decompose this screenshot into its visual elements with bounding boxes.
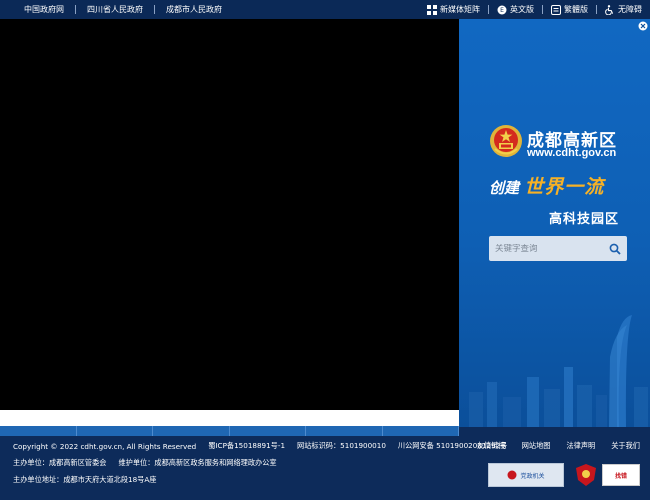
about-us-link[interactable]: 关于我们 <box>611 441 640 451</box>
footer-links: 友情链接 网站地图 法律声明 关于我们 <box>461 441 640 451</box>
footer-row-1: Copyright © 2022 cdht.gov.cn, All Rights… <box>13 441 507 451</box>
divider <box>75 5 76 14</box>
nav-item[interactable] <box>230 426 306 436</box>
divider <box>488 5 489 14</box>
government-site-badge[interactable]: 党政机关 <box>488 463 564 487</box>
grid-icon <box>427 4 437 15</box>
friend-links-link[interactable]: 友情链接 <box>477 441 506 451</box>
close-icon[interactable] <box>638 21 648 31</box>
link-chengdu-government[interactable]: 成都市人民政府 <box>166 4 222 15</box>
banner-video-area[interactable] <box>0 19 459 410</box>
government-site-badge-label: 党政机关 <box>520 472 545 480</box>
accessibility-button[interactable]: 无障碍 <box>605 4 642 15</box>
police-badge-icon[interactable] <box>576 464 596 486</box>
divider <box>542 5 543 14</box>
address-text: 主办单位地址：成都市天府大道北段18号A座 <box>13 475 157 484</box>
footer-edge <box>459 427 650 436</box>
content-strip <box>0 410 459 426</box>
slogan-line-1: 创建 世界一流 <box>489 172 604 199</box>
copyright-text: Copyright © 2022 cdht.gov.cn, All Rights… <box>13 441 197 451</box>
icp-link[interactable]: 蜀ICP备15018891号-1 <box>208 441 285 451</box>
english-version-label: 英文版 <box>510 5 534 14</box>
national-emblem-icon <box>490 125 522 157</box>
new-media-matrix-button[interactable]: 新媒体矩阵 <box>427 4 480 15</box>
traditional-chinese-button[interactable]: 繁體版 <box>551 4 588 15</box>
traditional-chinese-label: 繁體版 <box>564 5 588 14</box>
accessibility-icon <box>605 4 614 15</box>
translate-icon: E <box>497 5 507 14</box>
footer-row-3: 主办单位地址：成都市天府大道北段18号A座 <box>13 475 156 485</box>
brand-url: www.cdht.gov.cn <box>527 147 617 159</box>
link-sichuan-government[interactable]: 四川省人民政府 <box>87 4 143 15</box>
english-version-button[interactable]: E 英文版 <box>497 4 534 15</box>
legal-notice-link[interactable]: 法律声明 <box>566 441 595 451</box>
slogan-line-2: 高科技园区 <box>549 212 620 227</box>
party-government-icon <box>507 470 517 480</box>
maintainer-text: 维护单位：成都高新区政务服务和网络理政办公室 <box>118 458 277 467</box>
certification-badges: 党政机关 找错 <box>488 463 640 487</box>
nav-item[interactable] <box>153 426 230 436</box>
footer-row-2: 主办单位：成都高新区管委会 维护单位：成都高新区政务服务和网络理政办公室 <box>13 458 277 468</box>
slogan-accent: 世界一流 <box>524 176 605 198</box>
nav-item[interactable] <box>0 426 77 436</box>
nav-item[interactable] <box>306 426 383 436</box>
divider <box>154 5 155 14</box>
brand-panel: 成都高新区 www.cdht.gov.cn 创建 世界一流 高科技园区 <box>459 19 650 427</box>
sponsor-text: 主办单位：成都高新区管委会 <box>13 458 107 467</box>
svg-text:E: E <box>500 7 504 14</box>
search-box <box>489 236 627 261</box>
report-error-badge[interactable]: 找错 <box>602 464 640 486</box>
site-tools: 新媒体矩阵 E 英文版 繁體版 无障碍 <box>427 0 642 19</box>
traditional-chinese-icon <box>551 4 561 15</box>
sitemap-link[interactable]: 网站地图 <box>522 441 551 451</box>
site-code-text: 网站标识码：5101900010 <box>297 441 386 450</box>
city-skyline-image <box>469 315 648 427</box>
search-icon[interactable] <box>609 243 621 255</box>
divider <box>596 5 597 14</box>
nav-item[interactable] <box>77 426 153 436</box>
accessibility-label: 无障碍 <box>618 5 642 14</box>
top-bar: 中国政府网 四川省人民政府 成都市人民政府 新媒体矩阵 E 英文版 繁體版 无障… <box>0 0 650 19</box>
slogan-prefix: 创建 <box>489 179 520 197</box>
nav-item[interactable] <box>383 426 459 436</box>
main-nav-strip <box>0 426 459 436</box>
report-error-label: 找错 <box>614 472 627 480</box>
search-input[interactable] <box>495 243 609 254</box>
government-links: 中国政府网 四川省人民政府 成都市人民政府 <box>24 0 222 19</box>
link-central-government[interactable]: 中国政府网 <box>24 4 64 15</box>
new-media-matrix-label: 新媒体矩阵 <box>440 5 480 14</box>
